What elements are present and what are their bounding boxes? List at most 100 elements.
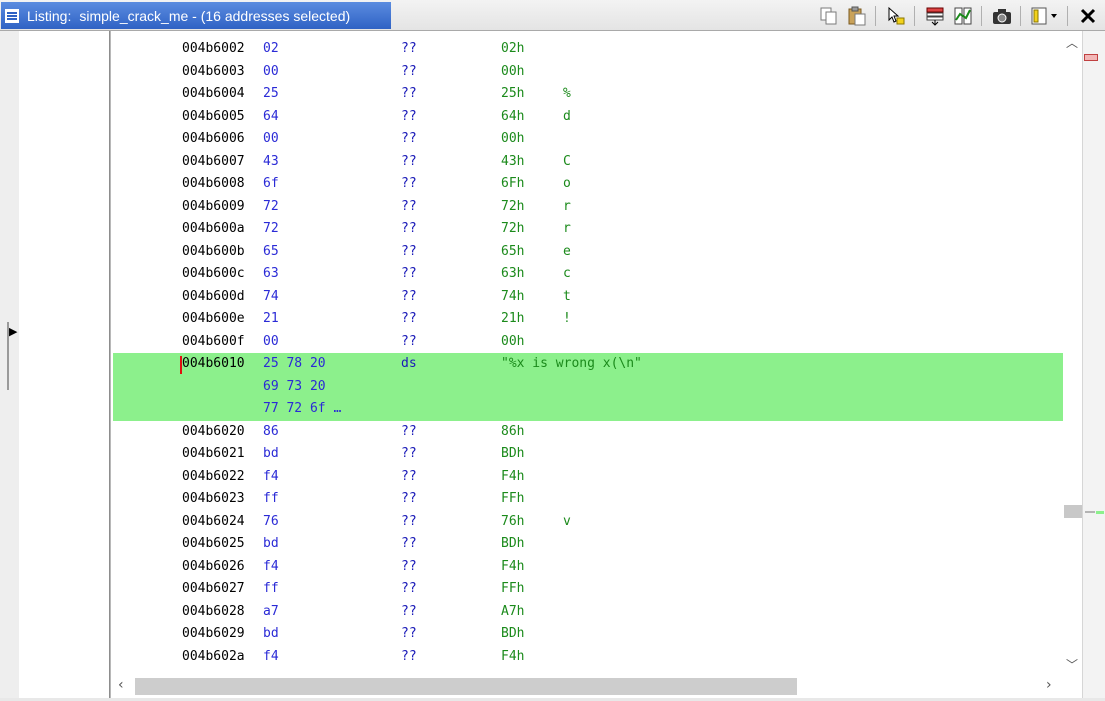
mnemonic-cell[interactable]: ??	[401, 623, 417, 646]
bytes-cell[interactable]: 25	[263, 83, 279, 106]
mnemonic-cell[interactable]: ??	[401, 83, 417, 106]
bytes-cell[interactable]: a7	[263, 601, 279, 624]
address-cell[interactable]: 004b6027	[182, 578, 245, 601]
listing-row[interactable]: 004b600a 72?? 72h r	[113, 218, 1063, 241]
bytes-cell[interactable]: 86	[263, 421, 279, 444]
value-cell[interactable]: 00h	[501, 128, 524, 151]
listing-row[interactable]: 004b600d 74?? 74h t	[113, 286, 1063, 309]
selected-data-row[interactable]: 004b6010 25 78 20 ds "%x is wrong x(\n" 69 7…	[113, 353, 1063, 421]
mnemonic-cell[interactable]: ??	[401, 173, 417, 196]
bytes-cell[interactable]: 00	[263, 61, 279, 84]
value-cell[interactable]: 65h	[501, 241, 524, 264]
address-cell[interactable]: 004b6023	[182, 488, 245, 511]
copy-icon[interactable]	[816, 4, 842, 28]
address-cell[interactable]: 004b6024	[182, 511, 245, 534]
bytes-cell[interactable]: f4	[263, 556, 279, 579]
bytes-cell[interactable]: f4	[263, 466, 279, 489]
mnemonic-cell[interactable]: ??	[401, 466, 417, 489]
value-cell[interactable]: 6Fh	[501, 173, 524, 196]
value-cell[interactable]: 63h	[501, 263, 524, 286]
listing-row[interactable]: 004b6002 02?? 02h	[113, 38, 1063, 61]
listing-row[interactable]: 004b6004 25?? 25h%	[113, 83, 1063, 106]
address-cell[interactable]: 004b602a	[182, 646, 245, 669]
bytes-cell[interactable]: ff	[263, 488, 279, 511]
bytes-cell[interactable]: 72	[263, 196, 279, 219]
bytes-cell[interactable]: 00	[263, 331, 279, 354]
value-cell[interactable]: 21h	[501, 308, 524, 331]
address-cell[interactable]: 004b6009	[182, 196, 245, 219]
value-cell[interactable]: FFh	[501, 578, 524, 601]
address-cell[interactable]: 004b600c	[182, 263, 245, 286]
address-cell[interactable]: 004b6003	[182, 61, 245, 84]
value-cell[interactable]: 72h	[501, 196, 524, 219]
value-cell[interactable]: 72h	[501, 218, 524, 241]
overview-marker[interactable]	[1084, 54, 1098, 61]
address-cell[interactable]: 004b6025	[182, 533, 245, 556]
mnemonic-cell[interactable]: ??	[401, 421, 417, 444]
paste-icon[interactable]	[844, 4, 870, 28]
selected-row-line[interactable]: 77 72 6f …	[113, 398, 1063, 421]
address-cell[interactable]: 004b600b	[182, 241, 245, 264]
listing-row[interactable]: 004b6024 76?? 76h v	[113, 511, 1063, 534]
value-cell[interactable]: BDh	[501, 623, 524, 646]
mnemonic-cell[interactable]: ??	[401, 443, 417, 466]
string-value-cell[interactable]: "%x is wrong x(\n"	[501, 353, 642, 376]
listing-row[interactable]: 004b6023 ff?? FFh	[113, 488, 1063, 511]
diff-view-icon[interactable]	[950, 4, 976, 28]
value-cell[interactable]: 76h	[501, 511, 524, 534]
vertical-scrollbar[interactable]	[1063, 31, 1082, 676]
bytes-cell[interactable]: 21	[263, 308, 279, 331]
listing-row[interactable]: 004b602a f4?? F4h	[113, 646, 1063, 669]
mnemonic-cell[interactable]: ??	[401, 578, 417, 601]
bytes-cell[interactable]: 74	[263, 286, 279, 309]
mnemonic-cell[interactable]: ??	[401, 196, 417, 219]
value-cell[interactable]: BDh	[501, 533, 524, 556]
listing-row[interactable]: 004b600f 00?? 00h	[113, 331, 1063, 354]
mnemonic-cell[interactable]: ??	[401, 241, 417, 264]
value-cell[interactable]: F4h	[501, 646, 524, 669]
address-cell[interactable]: 004b6002	[182, 38, 245, 61]
options-menu-icon[interactable]	[1028, 4, 1062, 28]
field-layout-icon[interactable]	[922, 4, 948, 28]
address-cell[interactable]: 004b6010	[182, 353, 245, 376]
address-cell[interactable]: 004b600d	[182, 286, 245, 309]
listing-row[interactable]: 004b6006 00?? 00h	[113, 128, 1063, 151]
address-cell[interactable]: 004b6028	[182, 601, 245, 624]
value-cell[interactable]: BDh	[501, 443, 524, 466]
bytes-cell[interactable]: 6f	[263, 173, 279, 196]
bytes-cell[interactable]: bd	[263, 533, 279, 556]
bytes-cell[interactable]: bd	[263, 443, 279, 466]
address-cell[interactable]: 004b6029	[182, 623, 245, 646]
address-cell[interactable]: 004b6007	[182, 151, 245, 174]
mnemonic-cell[interactable]: ??	[401, 646, 417, 669]
value-cell[interactable]: 86h	[501, 421, 524, 444]
value-cell[interactable]: F4h	[501, 466, 524, 489]
mnemonic-cell[interactable]: ??	[401, 308, 417, 331]
mnemonic-cell[interactable]: ??	[401, 106, 417, 129]
overview-viewport-box[interactable]	[1064, 505, 1082, 518]
value-cell[interactable]: 74h	[501, 286, 524, 309]
address-cell[interactable]: 004b6020	[182, 421, 245, 444]
mnemonic-cell[interactable]: ??	[401, 488, 417, 511]
address-cell[interactable]: 004b600f	[182, 331, 245, 354]
cursor-select-icon[interactable]	[883, 4, 909, 28]
listing-row[interactable]: 004b600b 65?? 65h e	[113, 241, 1063, 264]
listing-row[interactable]: 004b6008 6f?? 6Fh o	[113, 173, 1063, 196]
bytes-cell[interactable]: 64	[263, 106, 279, 129]
listing-row[interactable]: 004b6020 86?? 86h	[113, 421, 1063, 444]
address-cell[interactable]: 004b6008	[182, 173, 245, 196]
listing-row[interactable]: 004b6022 f4?? F4h	[113, 466, 1063, 489]
address-cell[interactable]: 004b600a	[182, 218, 245, 241]
selected-row-line[interactable]: 69 73 20	[113, 376, 1063, 399]
mnemonic-cell[interactable]: ??	[401, 128, 417, 151]
listing-panel[interactable]: 004b6002 02?? 02h 004b6003 00?? 00h 004b6004 25…	[113, 38, 1063, 675]
listing-row[interactable]: 004b6026 f4?? F4h	[113, 556, 1063, 579]
bytes-cell[interactable]: ff	[263, 578, 279, 601]
value-cell[interactable]: 00h	[501, 61, 524, 84]
mnemonic-cell[interactable]: ??	[401, 556, 417, 579]
bytes-cell[interactable]: 00	[263, 128, 279, 151]
scroll-left-icon[interactable]: ‹	[118, 677, 124, 693]
listing-row[interactable]: 004b6027 ff?? FFh	[113, 578, 1063, 601]
address-cell[interactable]: 004b6004	[182, 83, 245, 106]
bytes-cell[interactable]: 63	[263, 263, 279, 286]
